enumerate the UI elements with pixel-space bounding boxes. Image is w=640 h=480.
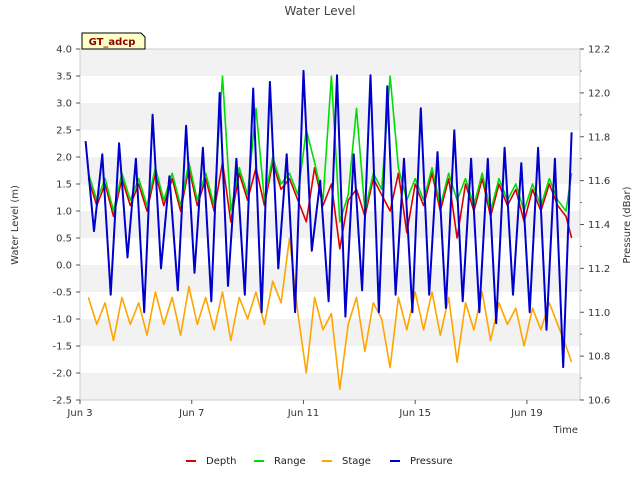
y2-tick-label: 12.0 (588, 88, 610, 99)
y2-tick-label: 12.2 (588, 45, 610, 56)
y-tick-label: 3.5 (56, 72, 72, 83)
y2-tick-label: 11.8 (588, 132, 610, 143)
legend-label: Range (274, 456, 306, 467)
y-tick-label: 0.0 (56, 261, 72, 272)
chart-title: Water Level (285, 4, 356, 18)
legend-label: Pressure (410, 456, 453, 467)
y-axis-title: Water Level (m) (10, 185, 21, 265)
y2-tick-label: 11.0 (588, 308, 610, 319)
legend: Depth Range Stage Pressure (186, 456, 453, 467)
site-label-box: GT_adcp (81, 32, 146, 50)
y2-tick-label: 11.2 (588, 264, 610, 275)
x-tick-label: Jun 15 (398, 408, 431, 419)
y-tick-label: -1.0 (52, 315, 72, 326)
grid-band (80, 319, 580, 346)
x-tick-label: Jun 11 (287, 408, 320, 419)
series-line-range (87, 75, 573, 223)
water-level-chart: Water Level 4.0 3.5 3.0 2.5 2.0 1.5 1.0 0.5 0.0 -… (10, 4, 633, 467)
grid-band (80, 373, 580, 400)
legend-label: Stage (342, 456, 371, 467)
y-tick-label: -2.0 (52, 369, 72, 380)
y2-tick-label: 10.6 (588, 396, 610, 407)
grid-band (80, 49, 580, 76)
y-tick-label: 2.5 (56, 126, 72, 137)
y-tick-label: 0.5 (56, 234, 72, 245)
y2-tick-label: 11.4 (588, 220, 610, 231)
y-tick-label: 1.0 (56, 207, 72, 218)
y-tick-label: 3.0 (56, 99, 72, 110)
x-tick-label: Jun 19 (510, 408, 543, 419)
grid-band (80, 211, 580, 238)
x-axis-title: Time (553, 425, 578, 436)
y-tick-label: 2.0 (56, 153, 72, 164)
y-axis-left: 4.0 3.5 3.0 2.5 2.0 1.5 1.0 0.5 0.0 -0.5 -1.0 -1.5 -… (52, 45, 80, 407)
y2-tick-label: 11.6 (588, 176, 610, 187)
x-tick-label: Jun 7 (178, 408, 204, 419)
y2-tick-label: 10.8 (588, 352, 610, 363)
site-label: GT_adcp (89, 37, 136, 48)
y-tick-label: -0.5 (52, 288, 72, 299)
y2-axis-title: Pressure (dBar) (622, 186, 633, 263)
y-tick-label: -2.5 (52, 396, 72, 407)
y-tick-label: -1.5 (52, 342, 72, 353)
y-tick-label: 4.0 (56, 45, 72, 56)
y-tick-label: 1.5 (56, 180, 72, 191)
legend-label: Depth (206, 456, 236, 467)
y-axis-right: 12.2 12.0 11.8 11.6 11.4 11.2 11.0 10.8 10.6 (580, 45, 610, 407)
x-tick-label: Jun 3 (66, 408, 92, 419)
x-axis: Jun 3 Jun 7 Jun 11 Jun 15 Jun 19 (66, 400, 543, 419)
